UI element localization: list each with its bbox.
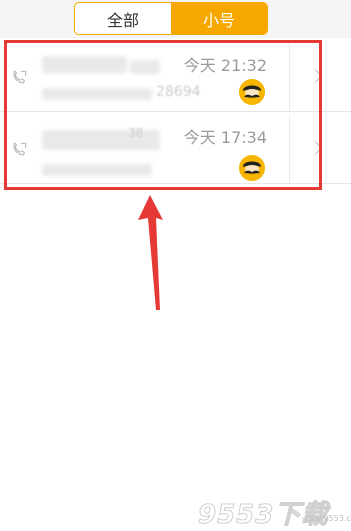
highlight-box [4,40,322,190]
watermark-url: www.9553.com [302,514,351,523]
top-bar: 全部 小号 [0,0,351,38]
watermark-logo: 9553下载 [197,500,329,531]
segment-control: 全部 小号 [74,2,268,35]
tab-secondary-number[interactable]: 小号 [171,3,267,34]
tab-all[interactable]: 全部 [75,3,171,34]
